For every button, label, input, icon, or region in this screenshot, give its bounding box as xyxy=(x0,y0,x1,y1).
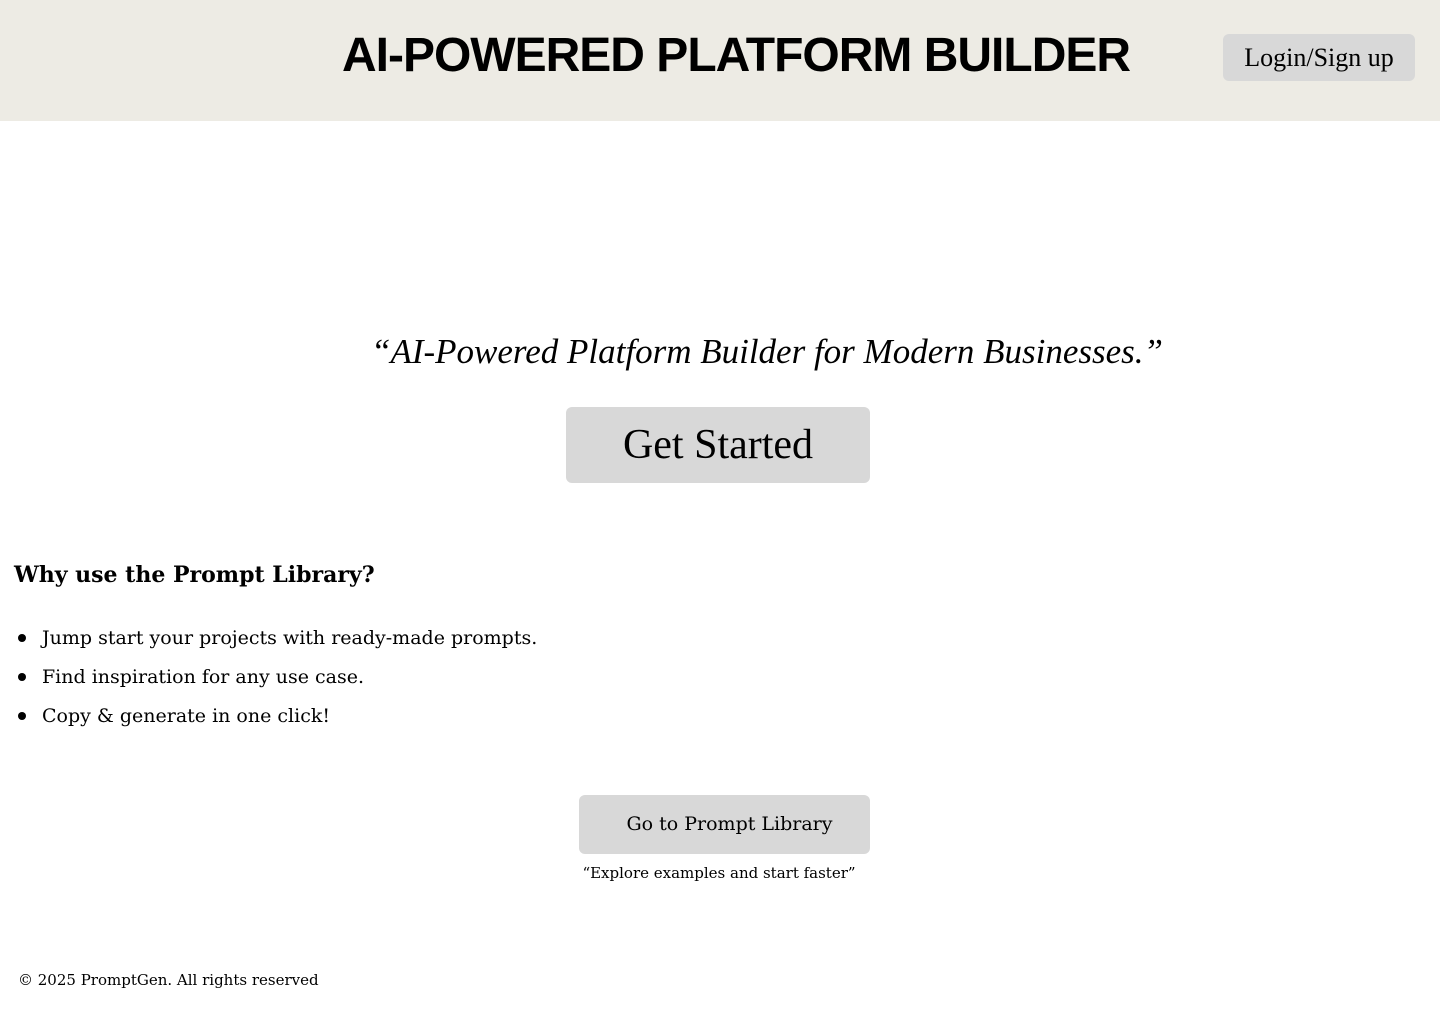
bullet-icon xyxy=(18,712,26,720)
benefit-text: Jump start your projects with ready-made… xyxy=(42,627,538,649)
bullet-icon xyxy=(18,673,26,681)
copyright-text: © 2025 PromptGen. All rights reserved xyxy=(18,971,319,989)
benefit-text: Find inspiration for any use case. xyxy=(42,666,365,688)
benefits-list: Jump start your projects with ready-made… xyxy=(14,622,537,739)
go-to-prompt-library-button[interactable]: Go to Prompt Library xyxy=(579,795,870,854)
hero-tagline: “AI-Powered Platform Builder for Modern … xyxy=(371,332,1163,371)
list-item: Find inspiration for any use case. xyxy=(14,661,537,700)
list-item: Copy & generate in one click! xyxy=(14,700,537,739)
list-item: Jump start your projects with ready-made… xyxy=(14,622,537,661)
get-started-button[interactable]: Get Started xyxy=(566,407,870,483)
bullet-icon xyxy=(18,634,26,642)
library-section-heading: Why use the Prompt Library? xyxy=(14,562,375,588)
site-header: AI-POWERED PLATFORM BUILDER Login/Sign u… xyxy=(0,0,1440,121)
login-signup-button[interactable]: Login/Sign up xyxy=(1223,34,1415,81)
benefit-text: Copy & generate in one click! xyxy=(42,705,330,727)
library-caption: “Explore examples and start faster” xyxy=(582,864,856,882)
